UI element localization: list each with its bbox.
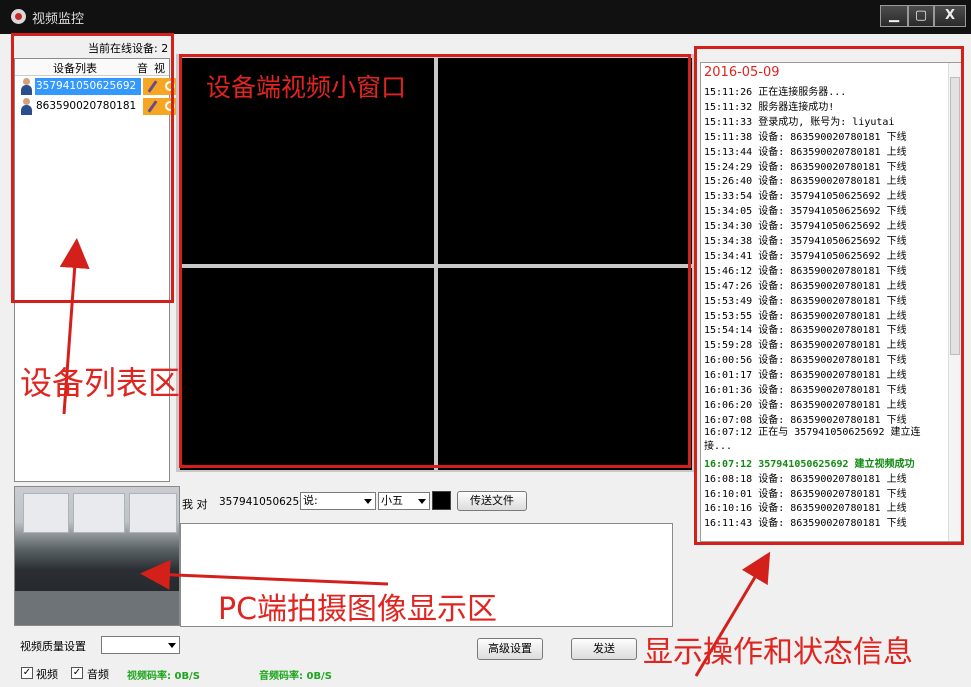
annotation-video-windows: 设备端视频小窗口	[206, 73, 407, 102]
annotation-pc-capture: PC端拍摄图像显示区	[218, 592, 498, 627]
annotation-status-info: 显示操作和状态信息	[643, 635, 913, 670]
annotation-device-list: 设备列表区	[20, 364, 181, 402]
arrow-to-pc-preview	[140, 559, 389, 590]
